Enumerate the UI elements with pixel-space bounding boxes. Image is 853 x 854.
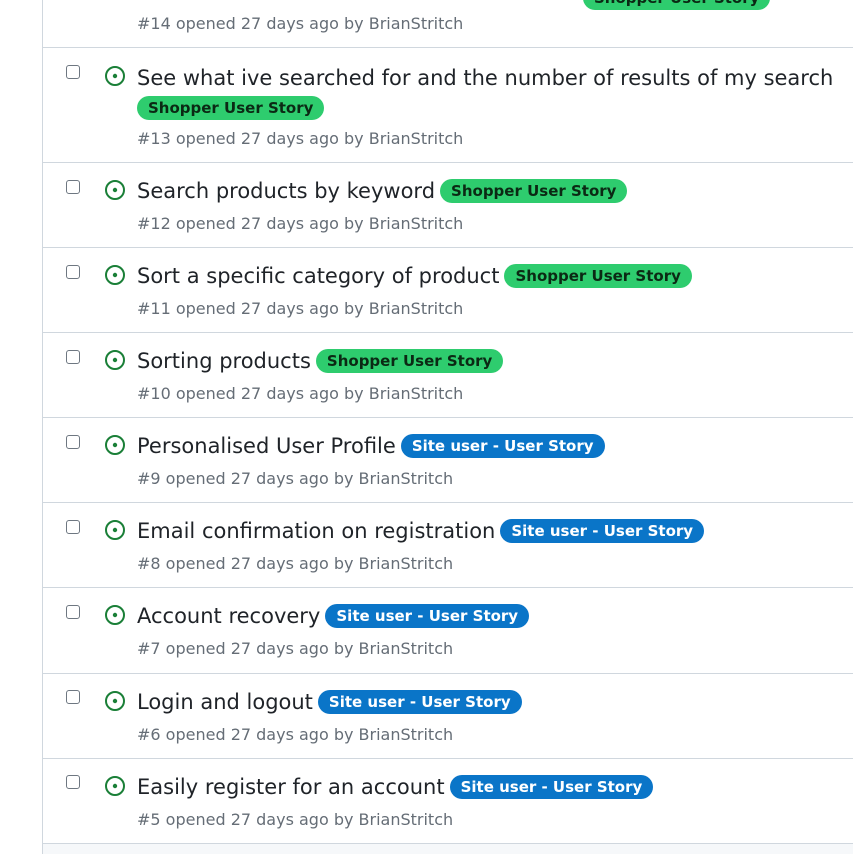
issue-open-icon — [105, 180, 125, 200]
issue-meta: #10 opened 27 days ago by BrianStritch — [137, 384, 464, 403]
issue-select-checkbox[interactable] — [66, 690, 80, 704]
issue-label-site-user[interactable]: Site user - User Story — [500, 519, 705, 543]
issue-label-shopper[interactable]: Shopper User Story — [504, 264, 692, 288]
issue-select-checkbox[interactable] — [66, 180, 80, 194]
issue-title-line: Email confirmation on registration Site … — [137, 517, 705, 545]
issue-row-8[interactable]: Email confirmation on registration Site … — [43, 502, 853, 587]
issue-label-site-user[interactable]: Site user - User Story — [449, 775, 654, 799]
issue-row-11[interactable]: Sort a specific category of product Shop… — [43, 247, 853, 332]
issues-page: Shopper User Story #14 opened 27 days ag… — [0, 0, 853, 854]
issue-title-link[interactable]: Login and logout — [137, 690, 313, 714]
issue-title-line: Personalised User Profile Site user - Us… — [137, 432, 605, 460]
issue-meta: #6 opened 27 days ago by BrianStritch — [137, 725, 454, 744]
issue-open-icon — [105, 691, 125, 711]
issue-select-checkbox[interactable] — [66, 265, 80, 279]
issue-title-line: Search products by keyword Shopper User … — [137, 177, 628, 205]
issue-select-checkbox[interactable] — [66, 350, 80, 364]
issue-label-site-user[interactable]: Site user - User Story — [400, 434, 605, 458]
issue-label-shopper[interactable]: Shopper User Story — [315, 349, 504, 373]
issue-meta: #14 opened 27 days ago by BrianStritch — [137, 14, 464, 33]
issue-meta: #13 opened 27 days ago by BrianStritch — [137, 129, 464, 148]
issue-meta: #8 opened 27 days ago by BrianStritch — [137, 554, 454, 573]
issue-title-line: Sorting products Shopper User Story — [137, 347, 504, 375]
issue-title-line: Account recovery Site user - User Story — [137, 602, 530, 630]
issue-title-link[interactable]: Personalised User Profile — [137, 434, 396, 458]
issue-row-13[interactable]: See what ive searched for and the number… — [43, 47, 853, 162]
issue-row-6[interactable]: Login and logout Site user - User Story … — [43, 673, 853, 758]
issue-row-5[interactable]: Easily register for an account Site user… — [43, 758, 853, 843]
issue-select-checkbox[interactable] — [66, 435, 80, 449]
issue-select-checkbox[interactable] — [66, 605, 80, 619]
issue-meta: #12 opened 27 days ago by BrianStritch — [137, 214, 464, 233]
issue-label-site-user[interactable]: Site user - User Story — [325, 604, 530, 628]
issue-open-icon — [105, 350, 125, 370]
issue-label-site-user[interactable]: Site user - User Story — [317, 690, 522, 714]
issue-title-link[interactable]: Sort a specific category of product — [137, 264, 499, 288]
issue-title-link[interactable]: Search products by keyword — [137, 179, 435, 203]
issue-open-icon — [105, 265, 125, 285]
issue-title-line: Sort a specific category of product Shop… — [137, 262, 692, 290]
issue-title-line: See what ive searched for and the number… — [137, 64, 833, 92]
issue-meta: #5 opened 27 days ago by BrianStritch — [137, 810, 454, 829]
issue-title-link[interactable]: Easily register for an account — [137, 775, 445, 799]
issue-select-checkbox[interactable] — [66, 775, 80, 789]
issue-open-icon — [105, 605, 125, 625]
issue-meta: #11 opened 27 days ago by BrianStritch — [137, 299, 464, 318]
issue-open-icon — [105, 520, 125, 540]
issue-title-link[interactable]: Email confirmation on registration — [137, 519, 495, 543]
issue-row-10[interactable]: Sorting products Shopper User Story #10 … — [43, 332, 853, 417]
issue-open-icon — [105, 66, 125, 86]
issue-label-shopper[interactable]: Shopper User Story — [583, 0, 771, 10]
issue-title-link[interactable]: Account recovery — [137, 604, 320, 628]
issue-label-shopper[interactable]: Shopper User Story — [440, 179, 628, 203]
issue-title-link[interactable]: Sorting products — [137, 349, 311, 373]
issue-row-9[interactable]: Personalised User Profile Site user - Us… — [43, 417, 853, 502]
issue-row-14[interactable]: Shopper User Story #14 opened 27 days ag… — [43, 0, 853, 47]
issue-select-checkbox[interactable] — [66, 65, 80, 79]
issue-meta: #9 opened 27 days ago by BrianStritch — [137, 469, 454, 488]
issue-open-icon — [105, 435, 125, 455]
list-footer-band — [43, 843, 853, 854]
issue-row-7[interactable]: Account recovery Site user - User Story … — [43, 587, 853, 673]
issue-title-line: Easily register for an account Site user… — [137, 773, 654, 801]
issue-title-line: Login and logout Site user - User Story — [137, 688, 522, 716]
issue-open-icon — [105, 776, 125, 796]
issue-title-link[interactable]: See what ive searched for and the number… — [137, 66, 833, 90]
issue-select-checkbox[interactable] — [66, 520, 80, 534]
issue-label-shopper[interactable]: Shopper User Story — [137, 96, 325, 120]
issue-meta: #7 opened 27 days ago by BrianStritch — [137, 639, 454, 658]
issue-row-12[interactable]: Search products by keyword Shopper User … — [43, 162, 853, 247]
